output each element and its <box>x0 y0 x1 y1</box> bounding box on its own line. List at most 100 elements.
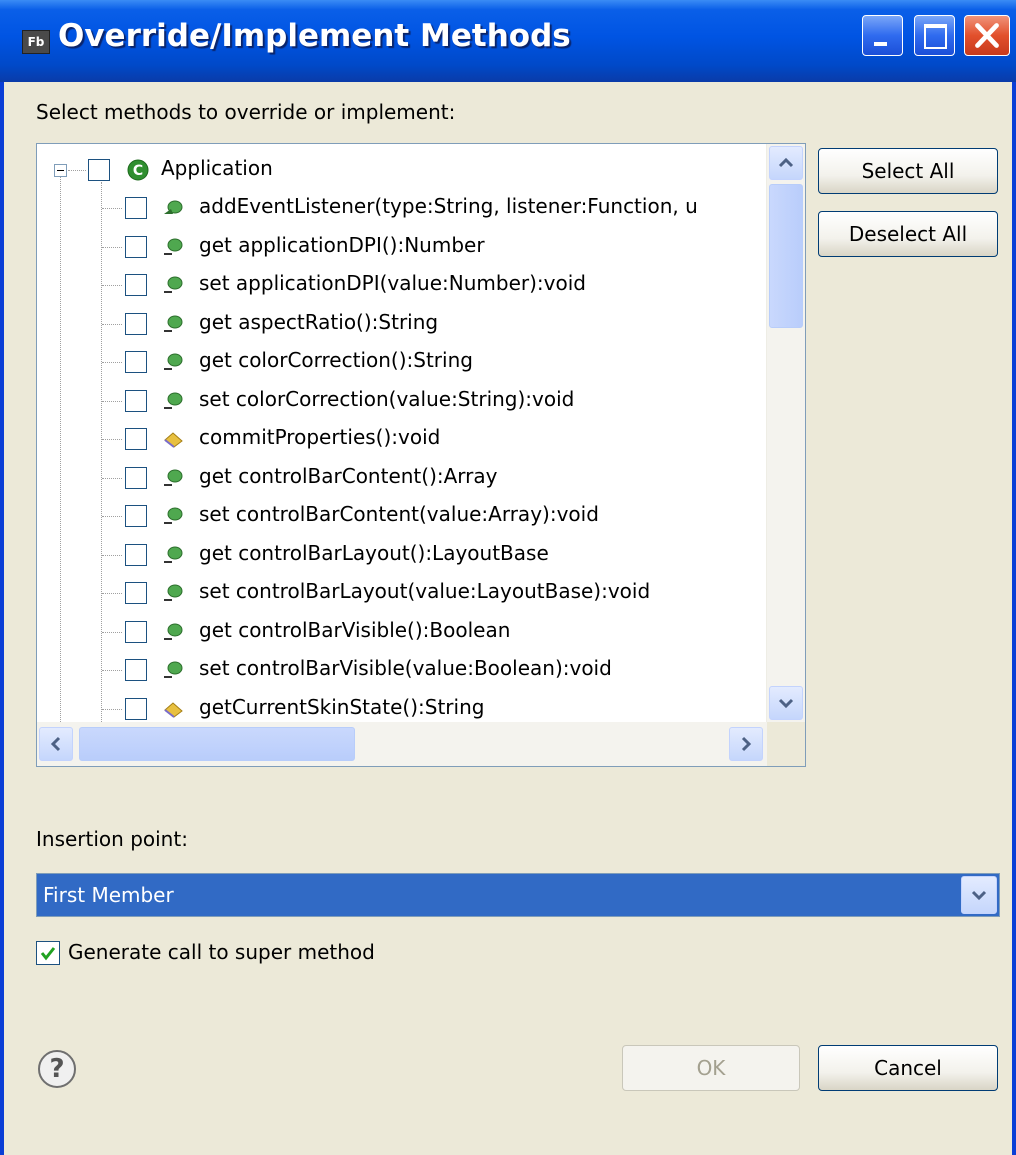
tree-connector <box>102 516 122 517</box>
insertion-point-label: Insertion point: <box>36 827 188 851</box>
method-checkbox[interactable] <box>125 505 147 527</box>
public-method-icon <box>164 200 183 214</box>
dropdown-button[interactable] <box>961 876 997 914</box>
protected-method-icon <box>164 701 183 718</box>
chevron-down-icon <box>971 890 987 901</box>
method-label: set controlBarContent(value:Array):void <box>199 502 599 526</box>
tree-item-row[interactable]: get controlBarLayout():LayoutBase <box>37 536 767 574</box>
maximize-button[interactable] <box>914 15 955 56</box>
protected-method-icon <box>164 432 183 448</box>
setter-icon <box>164 584 183 601</box>
class-icon: C <box>127 159 149 181</box>
method-checkbox[interactable] <box>125 274 147 296</box>
method-checkbox[interactable] <box>125 351 147 373</box>
tree-root-row[interactable]: C Application <box>37 151 767 189</box>
flash-builder-icon: Fb <box>22 30 50 54</box>
tree-item-row[interactable]: set controlBarContent(value:Array):void <box>37 497 767 535</box>
title-bar[interactable]: Fb Override/Implement Methods <box>0 0 1016 82</box>
tree-item-row[interactable]: set controlBarVisible(value:Boolean):voi… <box>37 651 767 689</box>
tree-connector <box>102 208 122 209</box>
chevron-up-icon <box>778 157 794 168</box>
svg-text:C: C <box>133 163 143 179</box>
tree-item-row[interactable]: get controlBarContent():Array <box>37 459 767 497</box>
method-checkbox[interactable] <box>125 235 147 258</box>
tree-connector <box>102 554 122 556</box>
scroll-left-button[interactable] <box>39 727 73 761</box>
tree-item-row[interactable]: set controlBarLayout(value:LayoutBase):v… <box>37 574 767 612</box>
method-label: set applicationDPI(value:Number):void <box>199 271 586 295</box>
close-button[interactable] <box>964 15 1010 56</box>
instruction-label: Select methods to override or implement: <box>36 100 456 124</box>
getter-icon <box>164 623 183 640</box>
tree-item-row[interactable]: commitProperties():void <box>37 420 767 458</box>
method-checkbox[interactable] <box>125 312 147 335</box>
scroll-up-button[interactable] <box>769 146 803 180</box>
tree-item-row[interactable]: set applicationDPI(value:Number):void <box>37 266 767 304</box>
help-icon[interactable]: ? <box>38 1050 76 1088</box>
method-label: get colorCorrection():String <box>199 348 473 372</box>
checkmark-icon <box>40 947 56 961</box>
cancel-button[interactable]: Cancel <box>818 1045 998 1091</box>
scroll-down-button[interactable] <box>769 686 803 720</box>
tree-connector <box>102 285 122 286</box>
method-label: addEventListener(type:String, listener:F… <box>199 194 698 218</box>
getter-icon <box>164 315 183 332</box>
minimize-button[interactable] <box>862 15 903 56</box>
scroll-right-button[interactable] <box>729 727 763 761</box>
setter-icon <box>164 661 183 678</box>
collapse-toggle-icon[interactable] <box>54 164 67 177</box>
method-checkbox[interactable] <box>125 659 147 681</box>
setter-icon <box>164 507 183 524</box>
tree-item-row[interactable]: get applicationDPI():Number <box>37 228 767 266</box>
method-checkbox[interactable] <box>125 466 147 489</box>
setter-icon <box>164 276 183 293</box>
chevron-down-icon <box>778 698 794 709</box>
tree-item-row[interactable]: set colorCorrection(value:String):void <box>37 382 767 420</box>
method-checkbox[interactable] <box>125 197 147 219</box>
horizontal-scrollbar[interactable] <box>37 722 767 766</box>
dialog-window: Fb Override/Implement Methods Select met… <box>0 0 1016 1155</box>
method-checkbox[interactable] <box>125 582 147 604</box>
horizontal-scroll-thumb[interactable] <box>79 727 355 761</box>
methods-tree[interactable]: C Application addEventListener(type:Stri… <box>36 143 806 767</box>
method-checkbox[interactable] <box>125 620 147 643</box>
getter-icon <box>164 546 183 563</box>
method-checkbox[interactable] <box>125 543 147 566</box>
vertical-scrollbar[interactable] <box>766 144 805 722</box>
tree-connector <box>102 362 122 363</box>
method-checkbox[interactable] <box>125 428 147 450</box>
root-label: Application <box>161 156 273 180</box>
tree-connector <box>102 477 122 479</box>
chevron-left-icon <box>50 736 61 752</box>
tree-item-row[interactable]: get aspectRatio():String <box>37 305 767 343</box>
tree-connector <box>102 708 122 710</box>
deselect-all-button[interactable]: Deselect All <box>818 211 998 257</box>
vertical-scroll-thumb[interactable] <box>769 184 803 328</box>
tree-item-row[interactable]: get colorCorrection():String <box>37 343 767 381</box>
tree-item-row[interactable]: addEventListener(type:String, listener:F… <box>37 189 767 227</box>
tree-item-row[interactable]: get controlBarVisible():Boolean <box>37 613 767 651</box>
insertion-point-select[interactable]: First Member <box>36 873 1000 917</box>
select-all-button[interactable]: Select All <box>818 148 998 194</box>
tree-item-row[interactable]: getCurrentSkinState():String <box>37 690 767 723</box>
root-checkbox[interactable] <box>88 159 110 181</box>
scroll-corner <box>767 722 805 766</box>
method-checkbox[interactable] <box>125 389 147 412</box>
method-label: set colorCorrection(value:String):void <box>199 386 575 411</box>
method-label: get aspectRatio():String <box>199 309 439 334</box>
tree-connector <box>102 400 122 402</box>
close-icon <box>975 23 999 48</box>
tree-connector <box>102 670 122 671</box>
tree-connector <box>102 246 122 248</box>
method-label: set controlBarLayout(value:LayoutBase):v… <box>199 579 651 603</box>
generate-super-label: Generate call to super method <box>68 940 375 964</box>
setter-icon <box>164 392 183 409</box>
method-checkbox[interactable] <box>125 697 147 720</box>
tree-connector <box>68 170 86 171</box>
getter-icon <box>164 238 183 255</box>
generate-super-checkbox[interactable] <box>36 941 60 965</box>
tree-connector <box>102 439 122 440</box>
method-label: get applicationDPI():Number <box>199 232 485 257</box>
ok-button[interactable]: OK <box>622 1045 800 1091</box>
chevron-right-icon <box>741 736 752 752</box>
